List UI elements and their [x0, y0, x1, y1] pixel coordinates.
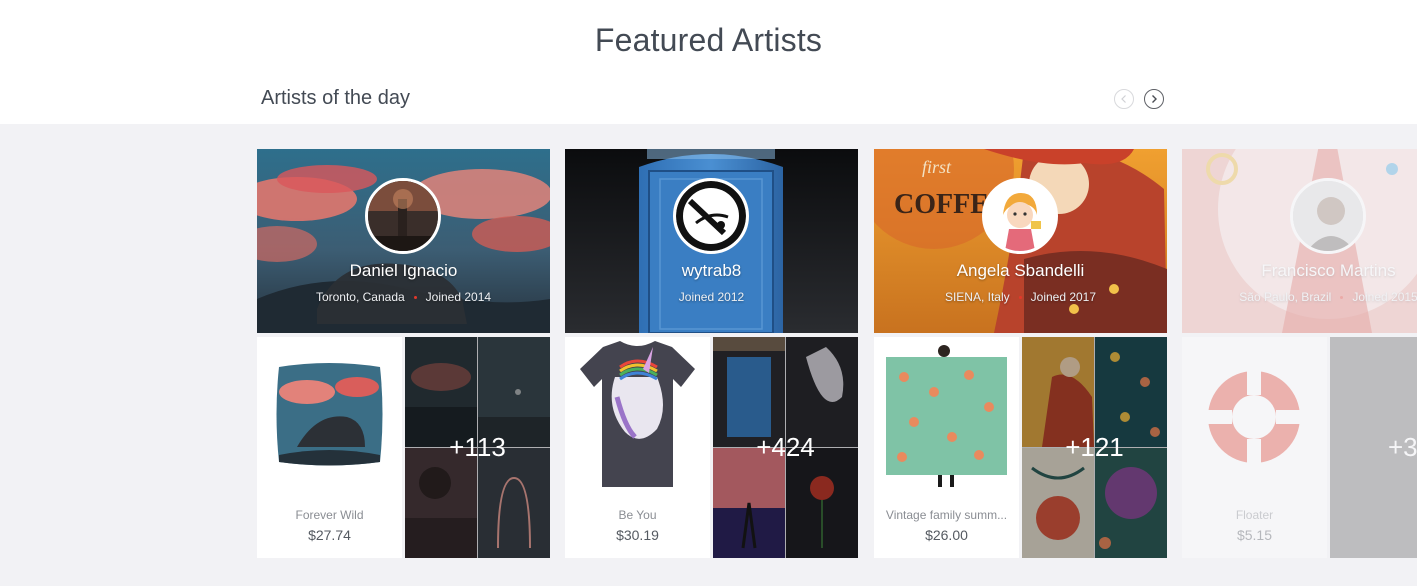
more-works-tile[interactable]: +32	[1330, 337, 1417, 558]
artist-location: SIENA, Italy	[944, 290, 1010, 304]
artist-joined: Joined 2015	[1352, 290, 1417, 304]
carousel-next-button[interactable]	[1144, 89, 1164, 109]
more-works-tile[interactable]: +121	[1022, 337, 1167, 558]
artist-name[interactable]: Angela Sbandelli	[874, 261, 1167, 281]
product-name[interactable]: Vintage family summ...	[880, 508, 1013, 522]
featured-product[interactable]: Floater $5.15	[1182, 337, 1327, 558]
artist-name[interactable]: Francisco Martins	[1182, 261, 1417, 281]
artist-meta: São Paulo, Brazil Joined 2015	[1182, 290, 1417, 304]
product-image[interactable]	[565, 337, 710, 492]
product-image[interactable]	[257, 337, 402, 492]
more-works-count[interactable]: +32	[1388, 432, 1417, 463]
artist-name[interactable]: wytrab8	[565, 261, 858, 281]
meta-separator	[1340, 296, 1344, 300]
artist-meta: SIENA, Italy Joined 2017	[874, 290, 1167, 304]
featured-product[interactable]: Vintage family summ... $26.00	[874, 337, 1019, 558]
artist-meta: Joined 2012	[565, 290, 858, 304]
artist-joined: Joined 2014	[425, 290, 492, 304]
carousel-prev-button[interactable]	[1114, 89, 1134, 109]
meta-separator	[1018, 296, 1022, 300]
artist-cover-image[interactable]: Francisco Martins São Paulo, Brazil Joine…	[1182, 149, 1417, 333]
product-price: $5.15	[1236, 527, 1273, 543]
artist-joined: Joined 2012	[678, 290, 745, 304]
artist-card[interactable]: Francisco Martins São Paulo, Brazil Joine…	[1182, 149, 1417, 558]
artist-cover-image[interactable]: wytrab8 Joined 2012	[565, 149, 858, 333]
artist-avatar[interactable]	[982, 178, 1058, 254]
chevron-left-icon	[1121, 95, 1126, 103]
artist-avatar[interactable]	[365, 178, 441, 254]
artist-avatar[interactable]	[1290, 178, 1366, 254]
product-image[interactable]	[874, 337, 1019, 492]
product-price: $26.00	[925, 527, 968, 543]
product-price: $30.19	[616, 527, 659, 543]
more-works-tile[interactable]: +113	[405, 337, 550, 558]
featured-product[interactable]: Forever Wild $27.74	[257, 337, 402, 558]
artist-joined: Joined 2017	[1030, 290, 1097, 304]
product-name[interactable]: Floater	[1188, 508, 1321, 522]
artist-name[interactable]: Daniel Ignacio	[257, 261, 550, 281]
more-works-count[interactable]: +113	[405, 432, 550, 463]
artist-location: São Paulo, Brazil	[1239, 290, 1332, 304]
featured-product[interactable]: Be You $30.19	[565, 337, 710, 558]
svg-text:first: first	[922, 157, 952, 177]
chevron-right-icon	[1152, 95, 1157, 103]
product-price: $27.74	[308, 527, 351, 543]
meta-separator	[413, 296, 417, 300]
artist-meta: Toronto, Canada Joined 2014	[257, 290, 550, 304]
more-works-count[interactable]: +424	[713, 432, 858, 463]
artist-card[interactable]: wytrab8 Joined 2012 Be You $30.19 +424	[565, 149, 858, 558]
product-name[interactable]: Be You	[571, 508, 704, 522]
more-works-count[interactable]: +121	[1022, 432, 1167, 463]
artist-avatar[interactable]	[673, 178, 749, 254]
artist-card[interactable]: Daniel Ignacio Toronto, Canada Joined 201…	[257, 149, 550, 558]
section-subtitle: Artists of the day	[261, 87, 410, 109]
product-name[interactable]: Forever Wild	[263, 508, 396, 522]
artist-card[interactable]: COFFEE first Angela Sbandelli SIENA, Ita…	[874, 149, 1167, 558]
artist-cover-image[interactable]: Daniel Ignacio Toronto, Canada Joined 201…	[257, 149, 550, 333]
product-image[interactable]	[1182, 337, 1327, 492]
page-title: Featured Artists	[594, 22, 823, 58]
more-works-tile[interactable]: +424	[713, 337, 858, 558]
artist-location: Toronto, Canada	[315, 290, 405, 304]
artist-cover-image[interactable]: COFFEE first Angela Sbandelli SIENA, Ita…	[874, 149, 1167, 333]
